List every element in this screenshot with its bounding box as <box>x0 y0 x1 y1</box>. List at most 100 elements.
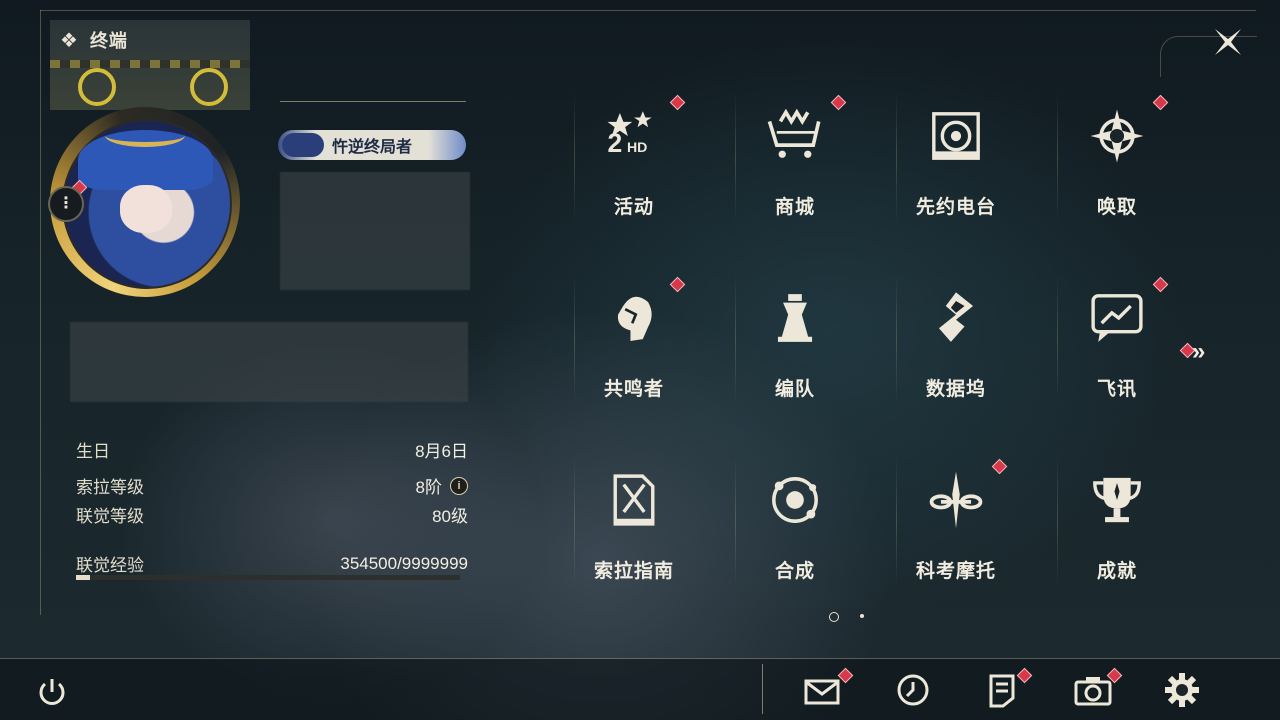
menu-tile-4[interactable]: 唤取 <box>1057 92 1177 222</box>
tile-separator <box>896 92 897 222</box>
clock-history-icon <box>897 674 929 706</box>
tile-separator <box>735 274 736 404</box>
frame-left-line <box>40 10 41 615</box>
next-page-button[interactable]: » <box>1192 338 1206 366</box>
menu-tile-3[interactable]: 先约电台 <box>896 92 1016 222</box>
info-icon[interactable]: i <box>450 476 468 495</box>
union-xp-label: 联觉经验 <box>76 556 144 575</box>
double-chevron-right-icon: » <box>1192 338 1206 365</box>
guidebook-icon <box>600 466 668 534</box>
page-indicator-1[interactable] <box>829 612 839 622</box>
profile-more-button[interactable]: ⋮ <box>48 186 84 222</box>
birthday-label: 生日 <box>76 442 110 461</box>
union-level-label: 联觉等级 <box>76 507 144 526</box>
trophy-icon <box>1083 466 1151 534</box>
menu-tile-6[interactable]: 编队 <box>735 274 855 404</box>
close-button[interactable] <box>1206 20 1250 64</box>
menu-tile-1[interactable]: 2 HD 活动 <box>574 92 694 222</box>
tile-notify-dot <box>669 94 686 111</box>
tile-notify-dot <box>1152 94 1169 111</box>
info-union-xp: 联觉经验 354500/9999999 <box>76 551 468 576</box>
menu-tile-label: 合成 <box>774 561 815 582</box>
menu-tile-10[interactable]: 合成 <box>735 456 855 586</box>
tile-notify-dot <box>991 458 1008 475</box>
menu-tile-label: 先约电台 <box>915 197 996 218</box>
team-chess-icon <box>761 284 829 352</box>
resonator-head-icon <box>600 284 668 352</box>
message-chat-icon <box>1083 284 1151 352</box>
tile-separator <box>1057 274 1058 404</box>
menu-tile-5[interactable]: 共鸣者 <box>574 274 694 404</box>
tile-notify-dot <box>669 276 686 293</box>
menu-tile-label: 编队 <box>774 379 815 400</box>
title-badge-emblem <box>282 133 324 157</box>
signature-placeholder <box>70 322 468 402</box>
menu-tile-label: 成就 <box>1096 561 1137 582</box>
menu-tile-label: 索拉指南 <box>593 561 674 582</box>
menu-tile-label: 唤取 <box>1096 197 1137 218</box>
tile-separator <box>735 92 736 222</box>
tile-separator <box>735 456 736 586</box>
page-title: 终端 <box>89 31 128 51</box>
tile-separator <box>896 274 897 404</box>
tile-separator <box>1057 456 1058 586</box>
menu-tile-label: 商城 <box>774 197 815 218</box>
avatar-face <box>120 185 172 233</box>
frame-top-line <box>40 10 1256 11</box>
avatar-laurel <box>105 124 185 147</box>
card-wheel-left <box>78 68 116 106</box>
menu-tile-11[interactable]: 科考摩托 <box>896 456 1016 586</box>
camera-icon <box>1074 677 1112 706</box>
tile-separator <box>896 456 897 586</box>
radio-icon <box>922 102 990 170</box>
menu-tile-7[interactable]: 数据坞 <box>896 274 1016 404</box>
union-level-value: 80级 <box>432 507 468 526</box>
motorcycle-icon <box>922 466 990 534</box>
history-button[interactable] <box>891 668 935 712</box>
union-xp-track <box>76 575 460 580</box>
union-xp-fill <box>76 575 90 580</box>
tile-notify-dot <box>1152 276 1169 293</box>
menu-tile-label: 数据坞 <box>925 379 986 400</box>
close-x-icon <box>1215 29 1241 55</box>
menu-tile-2[interactable]: 商城 <box>735 92 855 222</box>
convene-compass-icon <box>1083 102 1151 170</box>
mail-icon <box>804 679 840 705</box>
bottom-divider <box>762 664 763 714</box>
title-badge-text: 忤逆终局者 <box>331 139 412 156</box>
tile-separator <box>574 456 575 586</box>
menu-tile-label: 共鸣者 <box>603 379 664 400</box>
menu-tile-12[interactable]: 成就 <box>1057 456 1177 586</box>
page-indicator-2[interactable] <box>860 614 864 618</box>
info-sola-level: 索拉等级 8阶 i <box>76 473 468 498</box>
menu-tile-8[interactable]: 飞讯 <box>1057 274 1177 404</box>
power-icon <box>39 679 65 705</box>
info-union-level: 联觉等级 80级 <box>76 502 468 527</box>
notice-doc-icon <box>989 674 1015 708</box>
sola-level-value: 8阶 <box>415 478 442 497</box>
menu-tile-label: 科考摩托 <box>915 561 996 582</box>
shop-cart-icon <box>761 102 829 170</box>
page-header: ❖ 终端 <box>60 26 128 54</box>
events-2hd-icon: 2 HD <box>600 102 668 170</box>
union-xp-value: 354500/9999999 <box>340 553 468 573</box>
frame-bottom-line <box>0 658 1280 659</box>
settings-button[interactable] <box>1160 668 1204 712</box>
menu-tile-9[interactable]: 索拉指南 <box>574 456 694 586</box>
tile-separator <box>1057 92 1058 222</box>
tile-separator <box>574 274 575 404</box>
birthday-value: 8月6日 <box>415 442 468 461</box>
data-bank-icon <box>922 284 990 352</box>
power-button[interactable] <box>30 670 74 714</box>
menu-tile-label: 飞讯 <box>1096 379 1137 400</box>
svg-text:HD: HD <box>627 139 647 155</box>
more-vertical-icon: ⋮ <box>58 195 74 212</box>
card-wheel-right <box>190 68 228 106</box>
menu-tile-label: 活动 <box>613 197 654 218</box>
player-name-placeholder <box>280 172 470 290</box>
gear-icon <box>1165 673 1199 707</box>
diamond-cluster-icon: ❖ <box>60 29 78 52</box>
info-birthday: 生日 8月6日 <box>76 437 468 462</box>
sola-level-label: 索拉等级 <box>76 478 144 497</box>
badge-divider <box>280 101 466 102</box>
